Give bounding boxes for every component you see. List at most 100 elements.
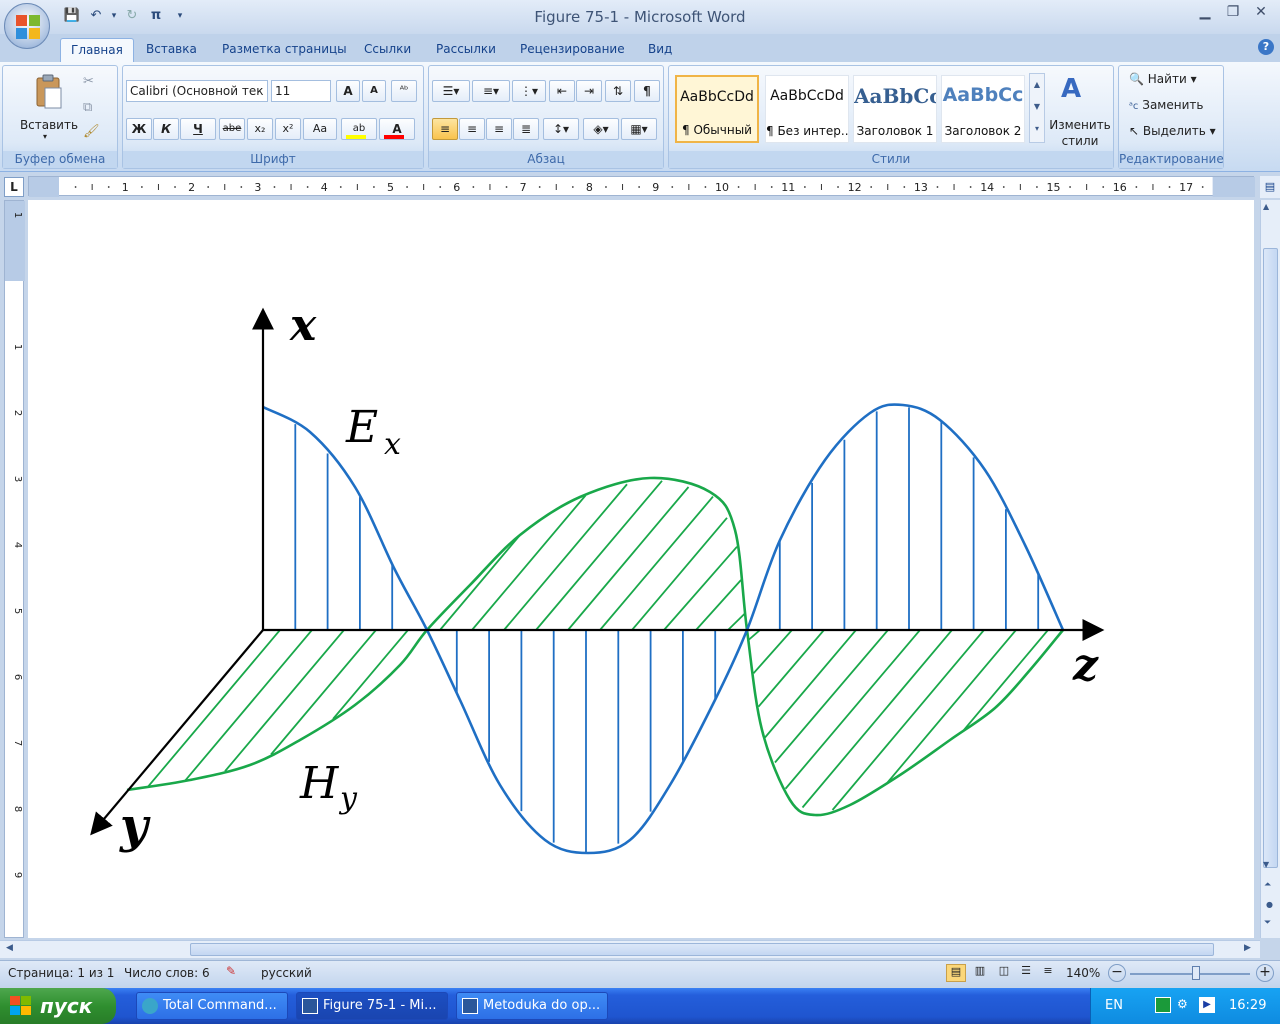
borders-icon[interactable]: ▦▾ [621,118,657,140]
paste-dropdown-icon[interactable]: ▾ [43,132,47,141]
scroll-down-icon[interactable]: ▼ [1263,860,1269,869]
justify-icon[interactable]: ≣ [513,118,539,140]
horizontal-scrollbar[interactable]: ◀ ▶ [0,940,1260,958]
subscript-button[interactable]: x₂ [247,118,273,140]
paste-icon[interactable] [33,74,63,110]
select-button[interactable]: ↖ Выделить ▾ [1129,124,1216,138]
change-styles-label-2[interactable]: стили [1047,134,1113,148]
taskbar: пуск Total Command... Figure 75-1 - Mi..… [0,988,1280,1024]
word-count[interactable]: Число слов: 6 [124,966,210,980]
task-word-figure[interactable]: Figure 75-1 - Mi... [296,992,448,1020]
tab-mailings[interactable]: Рассылки [426,38,506,62]
change-case-button[interactable]: Aa [303,118,337,140]
page-count[interactable]: Страница: 1 из 1 [8,966,114,980]
language[interactable]: русский [261,966,312,980]
horizontal-ruler[interactable]: 1 2 3 4 5 6 7 8 9 10 11 12 13 14 15 16 17 [28,176,1273,197]
increase-indent-icon[interactable]: ⇥ [576,80,602,102]
cut-icon[interactable]: ✂ [83,74,94,89]
tab-page-layout[interactable]: Разметка страницы [212,38,357,62]
web-layout-icon[interactable]: ◫ [994,964,1014,977]
document-page[interactable]: x z y E x H y [28,200,1254,938]
align-left-icon[interactable]: ≡ [432,118,458,140]
shrink-font-button[interactable]: A [362,80,386,102]
bullets-icon[interactable]: ☰▾ [432,80,470,102]
style-normal[interactable]: AaBbCcDd ¶ Обычный [675,75,759,143]
highlight-button[interactable]: ab [341,118,377,140]
format-painter-icon[interactable]: 🖌 [83,124,100,139]
zoom-slider-thumb[interactable] [1192,966,1200,980]
style-no-spacing[interactable]: AaBbCcDd ¶ Без интер... [765,75,849,143]
replace-button[interactable]: ᵃc Заменить [1129,98,1203,112]
hscroll-thumb[interactable] [190,943,1214,956]
change-styles-label-1[interactable]: Изменить [1047,118,1113,132]
close-button[interactable]: ✕ [1248,4,1274,20]
proofing-icon[interactable]: ✎ [226,964,236,978]
zoom-level[interactable]: 140% [1066,966,1100,980]
help-icon[interactable]: ? [1258,39,1274,55]
underline-button[interactable]: Ч [180,118,216,140]
line-spacing-icon[interactable]: ↕▾ [543,118,579,140]
font-size-combo[interactable]: 11 [271,80,331,102]
numbering-icon[interactable]: ≡▾ [472,80,510,102]
scroll-left-icon[interactable]: ◀ [6,943,13,953]
zoom-slider-track[interactable] [1130,973,1250,975]
italic-button[interactable]: К [153,118,179,140]
vertical-scrollbar[interactable]: ▲ ▼ ⏶ ● ⏷ [1260,200,1280,938]
show-marks-button[interactable]: ¶ [634,80,660,102]
outline-icon[interactable]: ☰ [1016,964,1036,977]
tab-home[interactable]: Главная [60,38,134,62]
minimize-button[interactable]: ▁ [1192,4,1218,20]
print-layout-icon[interactable]: ▤ [946,964,966,982]
tab-view[interactable]: Вид [638,38,682,62]
tray-media-icon[interactable]: ▶ [1199,997,1215,1013]
vertical-ruler[interactable]: 1 1 2 3 4 5 6 7 8 9 [4,200,25,938]
scroll-right-icon[interactable]: ▶ [1244,943,1251,953]
decrease-indent-icon[interactable]: ⇤ [549,80,575,102]
tab-references[interactable]: Ссылки [354,38,421,62]
font-name-combo[interactable]: Calibri (Основной тек [126,80,268,102]
clock[interactable]: 16:29 [1229,998,1266,1013]
change-styles-icon[interactable]: A [1061,74,1081,104]
task-word-metoduka[interactable]: Metoduka do op... [456,992,608,1020]
zoom-in-icon[interactable]: + [1256,964,1274,982]
grow-font-button[interactable]: A [336,80,360,102]
font-color-button[interactable]: A [379,118,415,140]
copy-icon[interactable]: ⧉ [83,100,92,115]
wave-figure: x z y E x H y [90,300,1105,855]
scroll-thumb[interactable] [1263,248,1278,868]
start-button[interactable]: пуск [0,988,116,1024]
tab-selector-icon[interactable]: L [4,177,24,197]
task-total-commander[interactable]: Total Command... [136,992,288,1020]
view-ruler-icon[interactable]: ▤ [1260,176,1280,198]
zoom-out-icon[interactable]: − [1108,964,1126,982]
next-page-icon[interactable]: ⏷ [1264,918,1271,928]
align-center-icon[interactable]: ≡ [459,118,485,140]
reading-layout-icon[interactable]: ▥ [970,964,990,977]
prev-page-icon[interactable]: ⏶ [1264,880,1271,890]
scroll-up-icon[interactable]: ▲ [1263,202,1269,211]
ribbon: Вставить ▾ ✂ ⧉ 🖌 Буфер обмена Calibri (О… [0,62,1280,172]
multilevel-list-icon[interactable]: ⋮▾ [512,80,546,102]
clear-formatting-icon[interactable]: ᴬᵇ [391,80,417,102]
tab-insert[interactable]: Вставка [136,38,207,62]
find-button[interactable]: 🔍 Найти ▾ [1129,72,1197,86]
browse-object-icon[interactable]: ● [1266,900,1273,909]
tab-review[interactable]: Рецензирование [510,38,635,62]
office-button[interactable] [4,3,50,49]
shading-icon[interactable]: ◈▾ [583,118,619,140]
draft-icon[interactable]: ≡ [1038,964,1058,977]
style-heading-2[interactable]: AaBbCc Заголовок 2 [941,75,1025,143]
align-right-icon[interactable]: ≡ [486,118,512,140]
style-heading-1[interactable]: AaBbCc Заголовок 1 [853,75,937,143]
superscript-button[interactable]: x² [275,118,301,140]
sort-icon[interactable]: ⇅ [605,80,631,102]
styles-scroll-icon[interactable]: ▲ ▼ ▾ [1029,73,1045,143]
paste-label[interactable]: Вставить [17,118,81,132]
language-indicator[interactable]: EN [1105,998,1123,1013]
tray-app-icon[interactable] [1155,997,1171,1013]
strikethrough-button[interactable]: abe [219,118,245,140]
ruler-dot [770,186,773,188]
tray-updates-icon[interactable]: ⚙ [1177,997,1193,1013]
bold-button[interactable]: Ж [126,118,152,140]
restore-button[interactable]: ❐ [1220,4,1246,20]
